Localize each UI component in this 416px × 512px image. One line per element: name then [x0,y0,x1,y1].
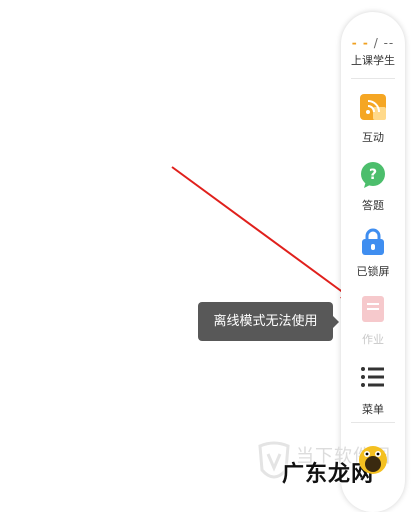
mascot-logo-icon [359,446,387,474]
lock-icon [360,228,386,255]
interaction-icon [360,94,386,120]
tool-quiz[interactable]: ? 答题 [341,162,405,213]
tool-homework-label: 作业 [362,333,384,346]
students-label: 上课学生 [351,54,395,67]
offline-tooltip: 离线模式无法使用 [198,302,339,341]
tool-lock-screen-label: 已锁屏 [356,265,390,278]
tool-interaction[interactable]: 互动 [341,94,405,145]
tool-lock-screen[interactable]: 已锁屏 [341,228,405,279]
tool-quiz-label: 答题 [362,199,384,212]
student-count-total: / -- [373,36,395,50]
student-count: - - / -- [341,36,405,50]
question-icon: ? [360,162,386,188]
tool-interaction-label: 互动 [362,131,384,144]
homework-icon [360,296,386,322]
student-count-current: - - [351,36,369,50]
divider [351,422,395,423]
divider [351,78,395,79]
tool-menu-label: 菜单 [362,403,384,416]
tool-menu[interactable]: 菜单 [341,366,405,417]
menu-icon [360,366,386,392]
svg-text:?: ? [369,167,377,183]
tool-homework[interactable]: 作业 [341,296,405,347]
